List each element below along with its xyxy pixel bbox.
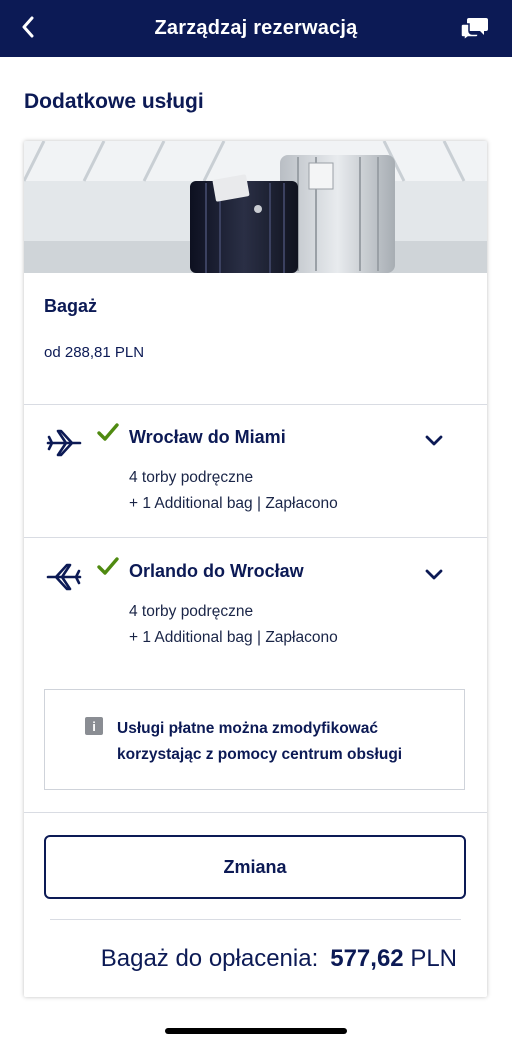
section-title: Dodatkowe usługi — [24, 90, 204, 113]
info-icon: i — [85, 717, 103, 735]
chat-bubbles-icon — [460, 18, 488, 42]
change-button[interactable]: Zmiana — [44, 835, 466, 899]
flight-extra-bag: + 1 Additional bag | Zapłacono — [129, 495, 338, 512]
flight-route: Wrocław do Miami — [129, 427, 286, 447]
chevron-down-icon[interactable] — [422, 563, 446, 587]
home-indicator[interactable] — [165, 1028, 347, 1034]
divider — [50, 919, 461, 920]
flight-row-return[interactable]: Orlando do Wrocław 4 torby podręczne + 1… — [24, 539, 487, 671]
luggage-photo — [24, 141, 487, 273]
check-icon — [97, 423, 119, 441]
divider — [24, 812, 487, 813]
total-currency: PLN — [410, 945, 457, 972]
info-text: Usługi płatne można zmodyfikować korzyst… — [117, 720, 403, 763]
total-amount: 577,62 — [330, 945, 404, 972]
check-icon — [97, 557, 119, 575]
plane-departure-icon — [46, 429, 82, 457]
baggage-card: Bagaż od 288,81 PLN Wrocław do Miami 4 t… — [24, 141, 487, 997]
total-label: Bagaż do opłacenia: — [100, 945, 319, 972]
flight-extra-bag: + 1 Additional bag | Zapłacono — [129, 629, 338, 646]
chat-button[interactable] — [460, 15, 492, 43]
plane-return-icon — [46, 563, 82, 591]
flight-row-outbound[interactable]: Wrocław do Miami 4 torby podręczne + 1 A… — [24, 405, 487, 537]
baggage-price: od 288,81 PLN — [44, 344, 145, 361]
flight-bags: 4 torby podręczne — [129, 469, 254, 486]
baggage-title: Bagaż — [44, 296, 98, 316]
flight-bags: 4 torby podręczne — [129, 603, 254, 620]
info-box: i Usługi płatne można zmodyfikować korzy… — [44, 689, 465, 790]
page-title: Zarządzaj rezerwacją — [154, 17, 358, 39]
total-due: Bagaż do opłacenia: 577,62 PLN — [24, 945, 457, 973]
top-app-bar: Zarządzaj rezerwacją — [0, 0, 512, 57]
divider — [24, 537, 487, 538]
flight-route: Orlando do Wrocław — [129, 561, 304, 581]
chevron-down-icon[interactable] — [422, 429, 446, 453]
